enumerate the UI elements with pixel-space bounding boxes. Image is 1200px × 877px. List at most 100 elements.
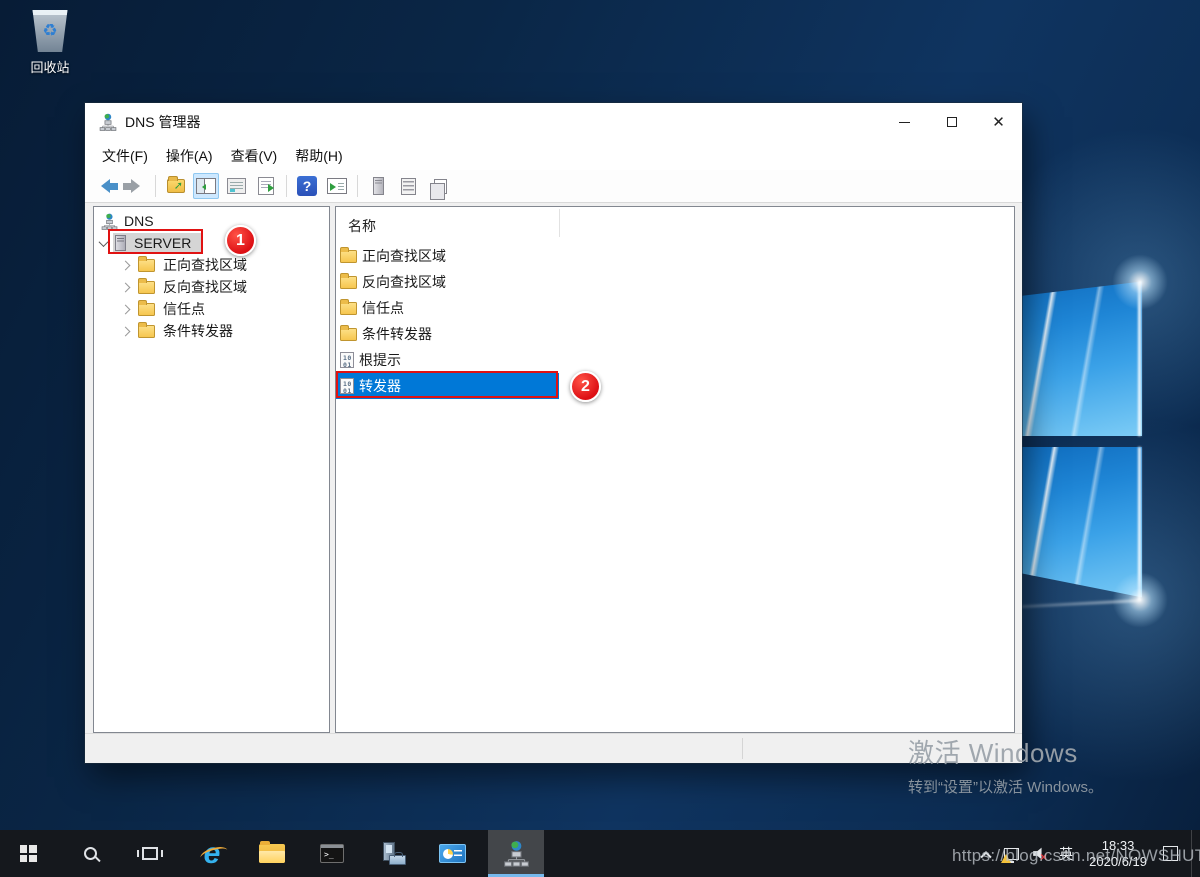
- dns-manager-taskbar-button[interactable]: [488, 830, 544, 877]
- folder-up-icon: ➚: [167, 179, 185, 193]
- back-button[interactable]: [92, 173, 118, 199]
- windows-logo-icon: [20, 845, 37, 862]
- folder-icon: [138, 303, 155, 316]
- export-list-button[interactable]: [253, 173, 279, 199]
- folder-icon: [138, 281, 155, 294]
- start-button[interactable]: [6, 830, 50, 877]
- properties-icon: [227, 178, 246, 194]
- server-status-button[interactable]: [365, 173, 391, 199]
- event-viewer-button[interactable]: [430, 830, 474, 877]
- toolbar-separator: [155, 175, 156, 197]
- titlebar[interactable]: DNS 管理器 ✕: [85, 103, 1022, 141]
- tree-item-conditional-forwarders[interactable]: 条件转发器: [94, 320, 329, 342]
- tree-label: 反向查找区域: [163, 277, 247, 297]
- close-icon: ✕: [992, 115, 1005, 130]
- back-icon: [94, 179, 110, 193]
- server-icon: [373, 177, 384, 195]
- tree-label: 正向查找区域: [163, 255, 247, 275]
- csdn-watermark: https://blog.csdn.net/NOWSHUT: [952, 846, 1200, 866]
- list-item-forward-lookup-zones[interactable]: 正向查找区域: [336, 243, 559, 269]
- toolbar: ➚ ?: [85, 170, 1022, 203]
- records-list-button[interactable]: [395, 173, 421, 199]
- new-window-button[interactable]: [324, 173, 350, 199]
- copy-button[interactable]: [425, 173, 451, 199]
- list-item-trust-points[interactable]: 信任点: [336, 295, 559, 321]
- list-item-reverse-lookup-zones[interactable]: 反向查找区域: [336, 269, 559, 295]
- properties-button[interactable]: [223, 173, 249, 199]
- toolbar-separator: [357, 175, 358, 197]
- maximize-icon: [947, 117, 957, 127]
- minimize-button[interactable]: [881, 103, 928, 141]
- file-explorer-button[interactable]: [250, 830, 294, 877]
- tree-item-reverse-lookup-zones[interactable]: 反向查找区域: [94, 276, 329, 298]
- list-label: 信任点: [362, 298, 404, 318]
- server-manager-icon: [378, 842, 406, 865]
- list-item-root-hints[interactable]: 1001 根提示: [336, 347, 559, 373]
- status-bar-divider: [742, 738, 743, 759]
- file-explorer-icon: [259, 844, 285, 863]
- new-window-icon: [327, 178, 347, 194]
- list-label: 根提示: [359, 350, 401, 370]
- menu-bar: 文件(F) 操作(A) 查看(V) 帮助(H): [85, 141, 1022, 170]
- activation-watermark: 激活 Windows 转到“设置”以激活 Windows。: [908, 733, 1103, 797]
- menu-view[interactable]: 查看(V): [222, 142, 287, 170]
- annotation-box-server: [108, 229, 203, 254]
- show-console-tree-button[interactable]: [193, 173, 219, 199]
- menu-file[interactable]: 文件(F): [93, 142, 157, 170]
- internet-explorer-icon: e: [204, 839, 221, 869]
- help-button[interactable]: ?: [294, 173, 320, 199]
- minimize-icon: [899, 122, 910, 123]
- activation-line1: 激活 Windows: [908, 733, 1103, 770]
- server-manager-button[interactable]: [370, 830, 414, 877]
- close-button[interactable]: ✕: [975, 103, 1022, 141]
- folder-icon: [340, 302, 357, 315]
- tree-label: 条件转发器: [163, 321, 233, 341]
- recycle-bin-shortcut[interactable]: ♻ 回收站: [18, 10, 82, 76]
- command-prompt-button[interactable]: [310, 830, 354, 877]
- tree-label: 信任点: [163, 299, 205, 319]
- folder-icon: [138, 259, 155, 272]
- console-tree-pane: DNS SERVER 正向查找区域 反向查找区域: [93, 206, 330, 733]
- forward-icon: [131, 179, 147, 193]
- chevron-right-icon[interactable]: [121, 304, 131, 314]
- toolbar-separator: [286, 175, 287, 197]
- column-header-name[interactable]: 名称: [348, 216, 376, 236]
- task-view-button[interactable]: [128, 830, 172, 877]
- chevron-right-icon[interactable]: [121, 326, 131, 336]
- chevron-right-icon[interactable]: [121, 282, 131, 292]
- menu-action[interactable]: 操作(A): [157, 142, 222, 170]
- menu-help[interactable]: 帮助(H): [286, 142, 351, 170]
- tree-item-trust-points[interactable]: 信任点: [94, 298, 329, 320]
- tree-item-forward-lookup-zones[interactable]: 正向查找区域: [94, 254, 329, 276]
- console-tree-icon: [196, 178, 216, 194]
- column-divider[interactable]: [559, 209, 560, 237]
- help-icon: ?: [297, 176, 317, 196]
- maximize-button[interactable]: [928, 103, 975, 141]
- list-item-conditional-forwarders[interactable]: 条件转发器: [336, 321, 559, 347]
- recycle-bin-icon: ♻: [31, 10, 69, 52]
- status-bar: [85, 733, 1022, 763]
- task-view-icon: [142, 847, 158, 860]
- search-icon: [84, 847, 97, 860]
- event-viewer-icon: [439, 844, 466, 863]
- folder-icon: [340, 250, 357, 263]
- folder-icon: [340, 276, 357, 289]
- chevron-right-icon[interactable]: [121, 260, 131, 270]
- internet-explorer-button[interactable]: e: [190, 830, 234, 877]
- annotation-box-forwarders: [336, 371, 558, 398]
- results-list-pane: 名称 正向查找区域 反向查找区域 信任点 条件转发器 1001 根提示: [335, 206, 1015, 733]
- forward-button[interactable]: [122, 173, 148, 199]
- dns-manager-window: DNS 管理器 ✕ 文件(F) 操作(A) 查看(V) 帮助(H) ➚ ?: [85, 103, 1022, 763]
- wallpaper-corner-glow-top: [1112, 254, 1168, 310]
- up-one-level-button[interactable]: ➚: [163, 173, 189, 199]
- search-button[interactable]: [68, 830, 112, 877]
- dns-manager-icon: [503, 840, 530, 867]
- tree-label-dns: DNS: [124, 213, 154, 229]
- annotation-step-2: 2: [570, 371, 601, 402]
- folder-icon: [138, 325, 155, 338]
- chevron-down-icon[interactable]: [99, 237, 109, 247]
- list-icon: [401, 178, 416, 195]
- list-label: 正向查找区域: [362, 246, 446, 266]
- list-label: 条件转发器: [362, 324, 432, 344]
- copy-icon: [434, 179, 447, 194]
